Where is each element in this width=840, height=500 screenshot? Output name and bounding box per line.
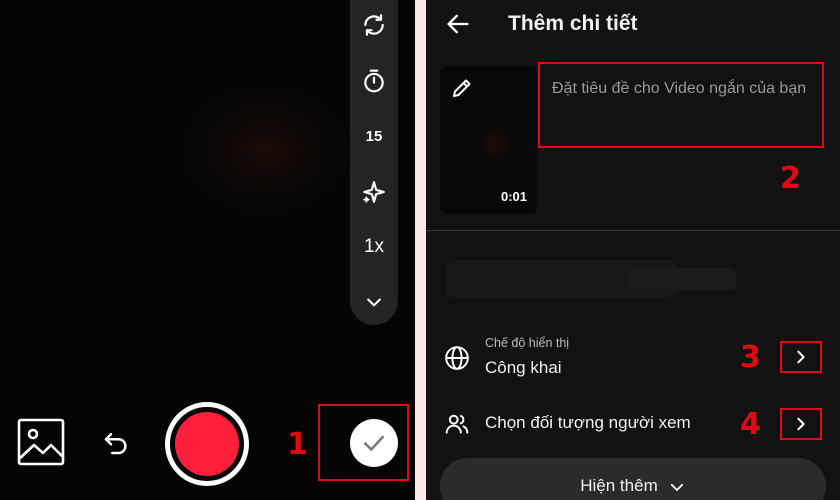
visibility-chevron-button[interactable] [780,341,822,373]
chevron-right-icon [797,350,805,364]
camera-flip-icon [364,14,384,36]
blurred-content-2 [626,268,736,290]
speed-label: 1x [363,236,385,257]
timer-icon [364,69,384,93]
more-options-button[interactable] [350,282,398,322]
people-icon [445,414,469,434]
effects-button[interactable] [350,172,398,212]
speed-button[interactable]: 1x [350,227,398,267]
chevron-down-icon [670,483,683,491]
chevron-right-icon [797,417,805,431]
audience-chevron-button[interactable] [780,408,822,440]
undo-icon [104,433,127,455]
timer-button[interactable] [350,61,398,101]
caption-input[interactable]: Đặt tiêu đề cho Video ngắn của bạn [538,62,824,148]
caption-placeholder: Đặt tiêu đề cho Video ngắn của bạn [552,80,807,97]
gallery-button[interactable] [16,417,66,467]
image-icon [17,418,65,466]
video-thumbnail[interactable]: 0:01 [440,66,537,214]
annotation-marker-1: 1 [287,427,308,462]
pencil-icon[interactable] [450,76,474,100]
duration-label: 15 [365,127,383,145]
show-more-button[interactable]: Hiện thêm [440,458,826,500]
undo-button[interactable] [101,428,131,458]
duration-button[interactable]: 15 [350,116,398,156]
details-screen: Thêm chi tiết 0:01 Đặt tiêu đề cho Video… [426,0,840,500]
globe-icon [445,346,469,370]
video-duration: 0:01 [500,189,527,204]
annotation-marker-2: 2 [780,161,801,196]
visibility-label: Chế độ hiển thị [485,336,570,350]
sparkle-icon [363,181,385,203]
annotation-box-1 [318,404,409,481]
camera-screen: 15 1x 1 [0,0,415,500]
audience-label: Chọn đối tượng người xem [485,413,691,432]
annotation-marker-4: 4 [740,407,761,442]
camera-flip-button[interactable] [350,5,398,45]
record-indicator [175,412,239,476]
camera-side-toolbar: 15 1x [350,0,398,325]
record-button[interactable] [165,402,249,486]
visibility-value: Công khai [485,358,562,377]
chevron-down-icon [367,298,381,307]
arrow-left-icon[interactable] [444,10,472,38]
annotation-marker-3: 3 [740,340,761,375]
show-more-label: Hiện thêm [580,476,658,495]
divider [426,230,840,231]
page-title: Thêm chi tiết [508,12,638,35]
